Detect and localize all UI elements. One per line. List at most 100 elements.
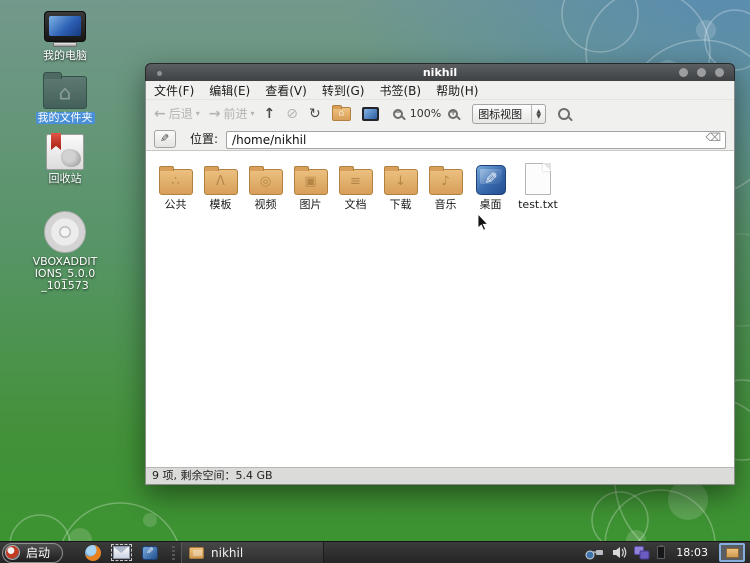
desktop-button[interactable] [362, 107, 379, 121]
start-menu-button[interactable]: 启动 [2, 543, 63, 563]
search-button[interactable] [558, 108, 570, 120]
forward-history-dropdown[interactable]: ▾ [251, 109, 255, 118]
taskbar-separator [172, 546, 175, 560]
window-title: nikhil [423, 66, 457, 79]
toolbar: ← 后退 ▾ → 前进 ▾ ↑ ⊘ ↻ ⌂ − 100% + 图标视图 [146, 99, 734, 127]
file-name: 文档 [345, 199, 367, 211]
menu-bookmarks[interactable]: 书签(B) [379, 82, 421, 99]
file-name: 视频 [255, 199, 277, 211]
home-icon: ⌂ [338, 108, 344, 118]
taskbar: 启动 ✎ nikhil 18 [0, 541, 750, 563]
mail-launcher-icon[interactable] [113, 546, 130, 559]
pencil-icon: ✎ [160, 132, 169, 145]
file-item[interactable]: ✎ 桌面 [468, 159, 513, 211]
start-logo-icon [5, 545, 20, 560]
file-view[interactable]: ∴ 公共 Λ 模板 ◎ 视频 ▣ 图片 ≡ 文档 [146, 151, 734, 467]
desktop-icon-my-computer[interactable]: 我的电脑 [31, 11, 99, 62]
folder-icon: ♪ [429, 169, 463, 195]
file-name: 音乐 [435, 199, 457, 211]
quick-launch: ✎ [85, 545, 158, 561]
battery-icon[interactable] [657, 546, 665, 559]
file-item[interactable]: Λ 模板 [198, 159, 243, 211]
folder-icon: Λ [204, 169, 238, 195]
back-button[interactable]: ← 后退 ▾ [154, 105, 200, 122]
folder-icon: ∴ [159, 169, 193, 195]
downloads-emblem-icon: ↓ [395, 175, 406, 188]
forward-button[interactable]: → 前进 ▾ [209, 105, 255, 122]
file-item[interactable]: ∴ 公共 [153, 159, 198, 211]
menu-help[interactable]: 帮助(H) [436, 82, 478, 99]
maximize-button[interactable] [697, 68, 706, 77]
file-manager-window: nikhil 文件(F) 编辑(E) 查看(V) 转到(G) 书签(B) 帮助(… [145, 63, 735, 485]
file-item[interactable]: ▣ 图片 [288, 159, 333, 211]
folder-icon: ≡ [339, 169, 373, 195]
folder-icon [189, 547, 204, 559]
text-file-icon [525, 163, 551, 195]
folder-icon: ↓ [384, 169, 418, 195]
location-bar: ✎ 位置: ⌫ [146, 127, 734, 151]
stop-button[interactable]: ⊘ [286, 107, 298, 121]
templates-emblem-icon: Λ [216, 175, 225, 188]
recycle-bin-icon [46, 134, 84, 170]
zoom-out-button[interactable]: − [393, 109, 403, 119]
desktop-icon-recycle-bin[interactable]: 回收站 [31, 134, 99, 185]
home-folder-icon: ⌂ [43, 76, 87, 109]
window-titlebar[interactable]: nikhil [145, 63, 735, 81]
menu-go[interactable]: 转到(G) [322, 82, 365, 99]
desktop-shortcut-icon: ✎ [476, 165, 506, 195]
view-mode-spinner[interactable]: ▲▼ [531, 105, 545, 123]
file-item[interactable]: test.txt [513, 159, 563, 211]
desktop-icon-vbox-cd[interactable]: VBOXADDITIONS_5.0.0_101573 [31, 211, 99, 292]
statusbar: 9 项, 剩余空间：5.4 GB [146, 467, 734, 484]
clear-location-icon[interactable]: ⌫ [705, 131, 721, 144]
pictures-emblem-icon: ▣ [304, 175, 316, 188]
file-item[interactable]: ♪ 音乐 [423, 159, 468, 211]
network-icon[interactable] [585, 546, 605, 560]
system-tray: 18:03 [585, 543, 750, 562]
close-button[interactable] [715, 68, 724, 77]
desktop-settings-launcher-icon[interactable]: ✎ [142, 546, 158, 560]
menu-edit[interactable]: 编辑(E) [209, 82, 250, 99]
network-monitor-icon[interactable] [634, 546, 650, 560]
pencil-emblem-icon: ✎ [484, 171, 497, 187]
view-mode-select[interactable]: 图标视图 ▲▼ [472, 104, 546, 124]
desktop-icon-label: 我的文件夹 [36, 112, 95, 124]
cd-disc-icon [44, 211, 86, 253]
volume-icon[interactable] [612, 546, 627, 559]
documents-emblem-icon: ≡ [350, 175, 361, 188]
reload-button[interactable]: ↻ [309, 107, 321, 121]
file-name: 模板 [210, 199, 232, 211]
zoom-in-button[interactable]: + [448, 109, 458, 119]
location-label: 位置: [190, 130, 218, 147]
firefox-launcher-icon[interactable] [85, 545, 101, 561]
window-body: 文件(F) 编辑(E) 查看(V) 转到(G) 书签(B) 帮助(H) ← 后退… [145, 81, 735, 485]
file-name: 公共 [165, 199, 187, 211]
file-name: 桌面 [480, 199, 502, 211]
up-button[interactable]: ↑ [264, 107, 276, 121]
desktop-icon-my-folder[interactable]: ⌂ 我的文件夹 [31, 72, 99, 124]
folder-icon: ▣ [294, 169, 328, 195]
clock[interactable]: 18:03 [676, 546, 708, 559]
forward-arrow-icon: → [209, 107, 221, 121]
task-button-nikhil[interactable]: nikhil [181, 542, 324, 563]
zoom-level: 100% [410, 107, 441, 120]
share-emblem-icon: ∴ [171, 175, 179, 188]
back-history-dropdown[interactable]: ▾ [196, 109, 200, 118]
toggle-pathbar-button[interactable]: ✎ [154, 130, 176, 148]
location-input[interactable] [226, 131, 726, 149]
file-item[interactable]: ◎ 视频 [243, 159, 288, 211]
video-emblem-icon: ◎ [260, 175, 271, 188]
desktop-pager[interactable] [719, 543, 745, 562]
file-item[interactable]: ≡ 文档 [333, 159, 378, 211]
file-item[interactable]: ↓ 下载 [378, 159, 423, 211]
desktop-icon-label: VBOXADDITIONS_5.0.0_101573 [31, 256, 99, 292]
computer-icon [44, 11, 86, 47]
menu-file[interactable]: 文件(F) [154, 82, 194, 99]
home-button[interactable]: ⌂ [332, 107, 351, 121]
menubar: 文件(F) 编辑(E) 查看(V) 转到(G) 书签(B) 帮助(H) [146, 81, 734, 99]
minimize-button[interactable] [679, 68, 688, 77]
folder-icon: ◎ [249, 169, 283, 195]
window-menu-button[interactable] [157, 71, 162, 76]
menu-view[interactable]: 查看(V) [265, 82, 307, 99]
desktop: 我的电脑 ⌂ 我的文件夹 回收站 VBOXADDITIONS_5.0.0_101… [0, 0, 750, 563]
